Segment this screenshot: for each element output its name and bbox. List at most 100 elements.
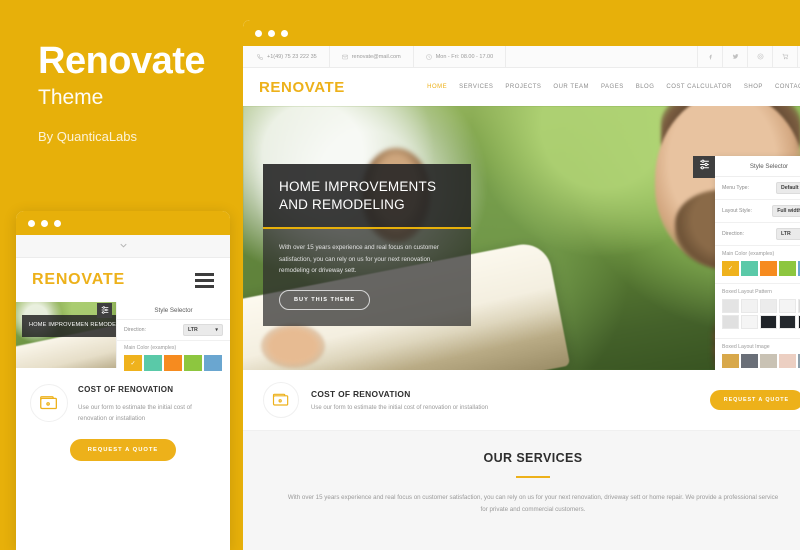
window-dot-close[interactable] <box>255 29 262 37</box>
nav-item-blog[interactable]: BLOG <box>636 84 655 90</box>
hero-title: HOME IMPROVEMENTS AND REMODELING <box>279 179 437 213</box>
mobile-cost-section: COST OF RENOVATION Use our form to estim… <box>16 368 230 424</box>
nav-item-shop[interactable]: SHOP <box>744 84 763 90</box>
hero-title-box: HOME IMPROVEMENTS AND REMODELING <box>263 164 471 230</box>
layout-style-label: Layout Style: <box>722 208 752 214</box>
topbar-social-list <box>698 46 800 67</box>
boxed-pattern-section: Boxed Layout Pattern <box>715 284 800 339</box>
menu-type-select[interactable]: Default ▾ <box>776 182 800 194</box>
pattern-swatch[interactable] <box>741 315 758 329</box>
boxed-pattern-row-1 <box>722 299 800 313</box>
pattern-swatch[interactable] <box>779 315 796 329</box>
site-header: RENOVATE HOME SERVICES PROJECTS OUR TEAM… <box>243 68 800 106</box>
cost-title: COST OF RENOVATION <box>311 389 411 399</box>
color-swatch-yellow[interactable] <box>722 261 739 276</box>
nav-item-pages[interactable]: PAGES <box>601 84 624 90</box>
facebook-icon[interactable] <box>698 46 723 67</box>
nav-item-contact[interactable]: CONTACT <box>775 84 800 90</box>
cost-text-block: COST OF RENOVATION Use our form to estim… <box>311 389 698 411</box>
cost-description: Use our form to estimate the initial cos… <box>311 405 489 411</box>
cart-icon[interactable] <box>773 46 798 67</box>
mobile-hero-row: HOME IMPROVEMEN REMODELING Style Selecto… <box>16 302 230 371</box>
promo-block: Renovate Theme By QuanticaLabs <box>38 42 238 144</box>
mobile-site-logo[interactable]: RENOVATE <box>32 271 125 289</box>
direction-label: Direction: <box>722 231 744 237</box>
color-swatch-yellow[interactable] <box>124 355 142 371</box>
main-color-label: Main Color (examples) <box>722 251 775 257</box>
pattern-swatch[interactable] <box>741 299 758 313</box>
style-selector-panel: Style Selector Menu Type: Default ▾ Layo… <box>715 156 800 370</box>
pattern-swatch[interactable] <box>722 299 739 313</box>
mobile-main-color-section: Main Color (examples) <box>117 341 230 376</box>
mail-icon <box>341 54 348 60</box>
direction-value: LTR <box>781 231 791 237</box>
mobile-direction-select[interactable]: LTR ▾ <box>183 324 223 336</box>
window-dot-minimize[interactable] <box>268 29 275 37</box>
mobile-cost-title: COST OF RENOVATION <box>78 385 174 394</box>
window-dot-minimize[interactable] <box>41 219 48 227</box>
layout-style-select[interactable]: Full width ▾ <box>772 205 800 217</box>
boxed-image-label: Boxed Layout Image <box>722 344 770 350</box>
color-swatch-teal[interactable] <box>741 261 758 276</box>
mobile-request-a-quote-button[interactable]: REQUEST A QUOTE <box>69 439 177 462</box>
buy-this-theme-button[interactable]: BUY THIS THEME <box>279 289 371 310</box>
hamburger-icon[interactable] <box>195 272 214 288</box>
site-logo[interactable]: RENOVATE <box>259 79 345 96</box>
style-selector-toggle[interactable] <box>693 156 715 178</box>
color-swatch-green[interactable] <box>779 261 796 276</box>
clock-icon <box>425 53 432 60</box>
chevron-down-icon <box>118 240 129 253</box>
nav-item-cost-calculator[interactable]: COST CALCULATOR <box>666 84 732 90</box>
window-dot-maximize[interactable] <box>281 29 288 37</box>
nav-item-home[interactable]: HOME <box>427 84 447 90</box>
image-thumb[interactable] <box>722 354 739 368</box>
color-swatch-green[interactable] <box>184 355 202 371</box>
main-navigation: HOME SERVICES PROJECTS OUR TEAM PAGES BL… <box>427 84 800 90</box>
pattern-swatch[interactable] <box>779 299 796 313</box>
image-thumb[interactable] <box>779 354 796 368</box>
pattern-swatch[interactable] <box>722 315 739 329</box>
mobile-main-color-swatches <box>124 355 223 371</box>
services-body: With over 15 years experience and real f… <box>287 494 779 514</box>
color-swatch-blue[interactable] <box>204 355 222 371</box>
topbar-email[interactable]: renovate@mail.com <box>330 46 414 67</box>
services-divider <box>516 476 550 478</box>
nav-item-our-team[interactable]: OUR TEAM <box>553 84 589 90</box>
window-dot-close[interactable] <box>28 219 35 227</box>
mobile-topbar-collapsed[interactable] <box>16 235 230 258</box>
boxed-pattern-label: Boxed Layout Pattern <box>722 289 772 295</box>
dribbble-icon[interactable] <box>748 46 773 67</box>
mobile-style-selector-panel: Style Selector Direction: LTR ▾ Main Col… <box>116 302 230 371</box>
color-swatch-orange[interactable] <box>164 355 182 371</box>
direction-select[interactable]: LTR ▾ <box>776 228 800 240</box>
color-swatch-orange[interactable] <box>760 261 777 276</box>
boxed-image-thumbs <box>722 354 800 368</box>
phone-icon <box>257 53 263 60</box>
image-thumb[interactable] <box>741 354 758 368</box>
mobile-style-selector-toggle[interactable] <box>97 303 112 318</box>
pattern-swatch[interactable] <box>760 299 777 313</box>
pattern-swatch[interactable] <box>760 315 777 329</box>
wallet-icon <box>30 384 68 422</box>
mobile-titlebar <box>16 211 230 235</box>
window-dot-maximize[interactable] <box>54 219 61 227</box>
nav-item-projects[interactable]: PROJECTS <box>505 84 541 90</box>
menu-type-value: Default <box>781 185 799 191</box>
promo-author: By QuanticaLabs <box>38 129 138 145</box>
mobile-header: RENOVATE <box>16 258 230 302</box>
topbar-hours: Mon - Fri: 08.00 - 17.00 <box>414 46 507 67</box>
our-services-section: OUR SERVICES With over 15 years experien… <box>243 431 800 550</box>
image-thumb[interactable] <box>760 354 777 368</box>
topbar-phone-text: +1(49) 75 23 222 35 <box>267 53 317 60</box>
main-color-swatches <box>722 261 800 276</box>
topbar-hours-text: Mon - Fri: 08.00 - 17.00 <box>435 53 494 60</box>
style-selector-row-direction: Direction: LTR ▾ <box>715 223 800 246</box>
mobile-direction-value: LTR <box>188 327 198 333</box>
nav-item-services[interactable]: SERVICES <box>459 84 493 90</box>
request-a-quote-button[interactable]: REQUEST A QUOTE <box>709 390 800 410</box>
hero-body-box: With over 15 years experience and real f… <box>263 229 471 326</box>
twitter-icon[interactable] <box>723 46 748 67</box>
topbar-phone[interactable]: +1(49) 75 23 222 35 <box>243 46 330 67</box>
color-swatch-teal[interactable] <box>144 355 162 371</box>
topbar-email-text: renovate@mail.com <box>351 53 401 60</box>
